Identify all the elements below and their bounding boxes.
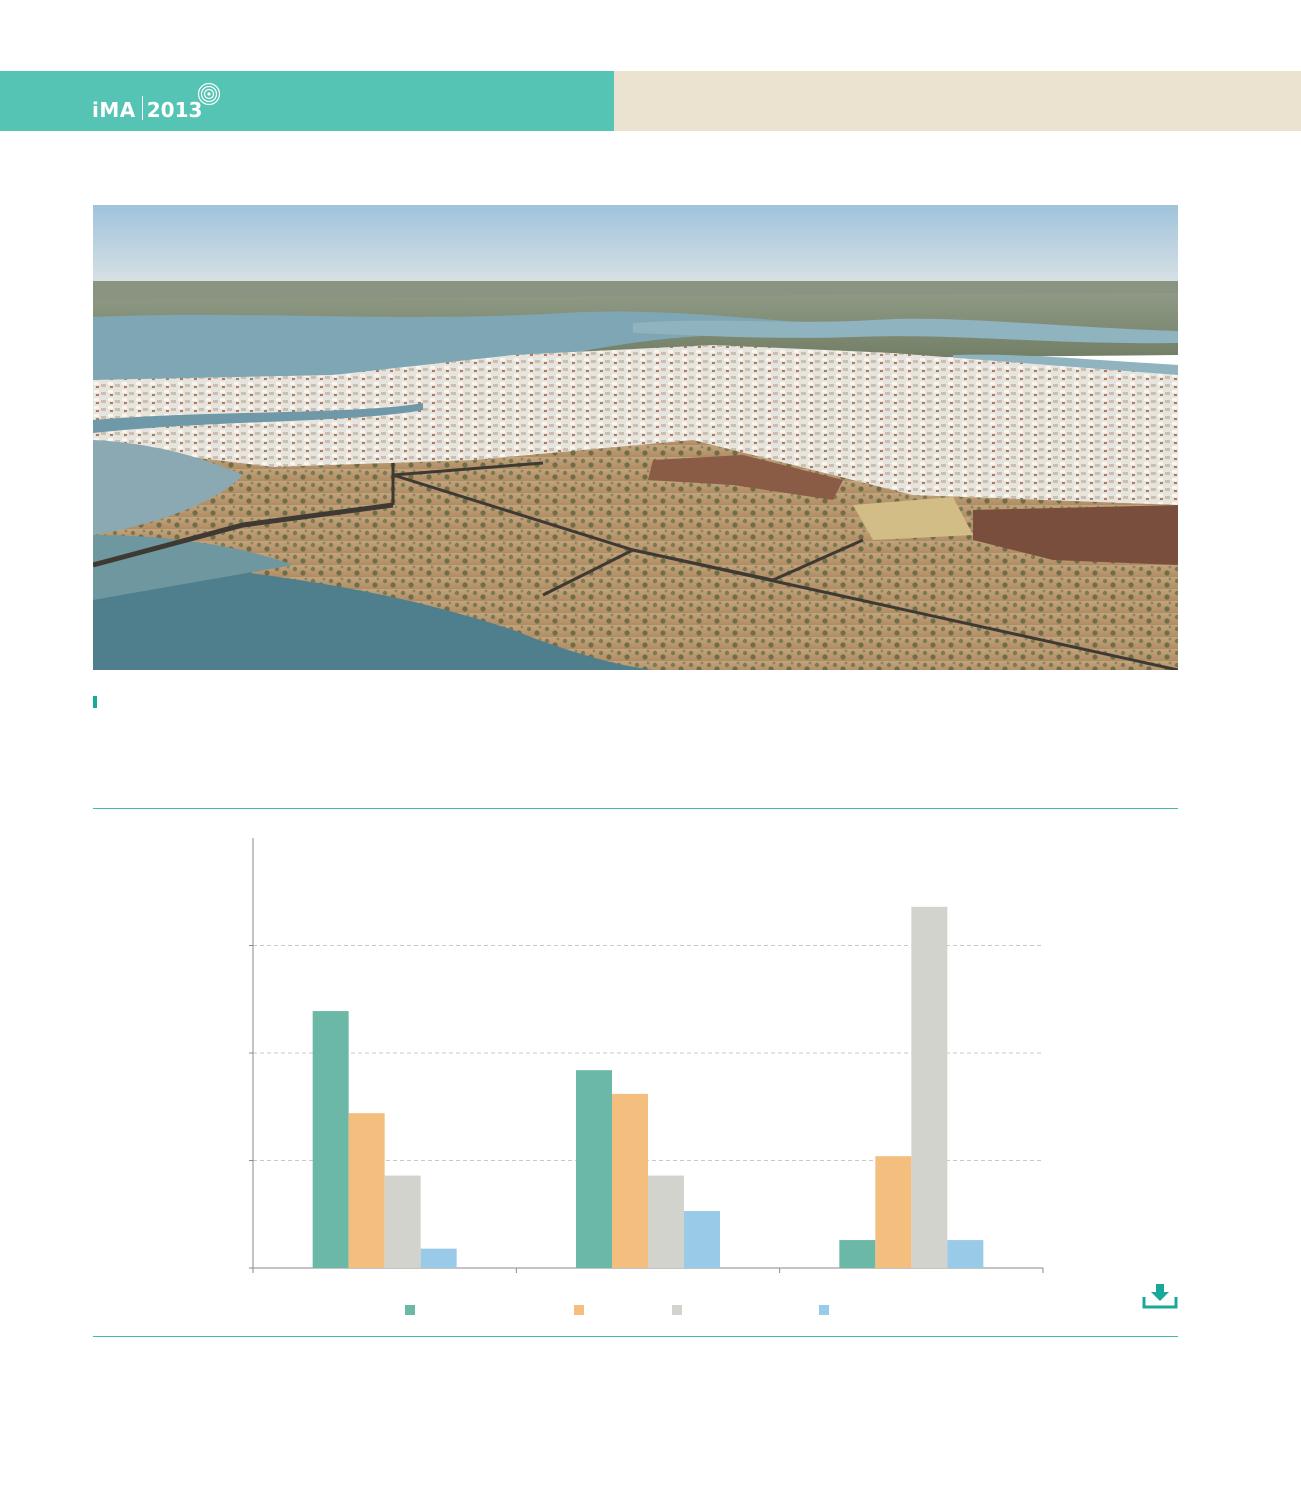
bar (839, 1240, 876, 1268)
download-icon[interactable] (1142, 1282, 1178, 1310)
bar (684, 1211, 720, 1268)
bar (384, 1175, 421, 1268)
bar (648, 1175, 684, 1268)
bar (420, 1248, 457, 1268)
bar (576, 1070, 612, 1268)
legend-swatch (819, 1305, 829, 1315)
bar (947, 1240, 984, 1268)
legend-swatch (405, 1305, 415, 1315)
legend-swatch (574, 1305, 584, 1315)
bar (875, 1156, 912, 1268)
chart-bottom-rule (93, 1336, 1178, 1337)
bar (911, 906, 948, 1268)
bar-chart (249, 838, 1044, 1273)
bar (612, 1093, 648, 1268)
bar (312, 1011, 349, 1268)
legend-swatch (672, 1305, 682, 1315)
bar (348, 1113, 385, 1268)
